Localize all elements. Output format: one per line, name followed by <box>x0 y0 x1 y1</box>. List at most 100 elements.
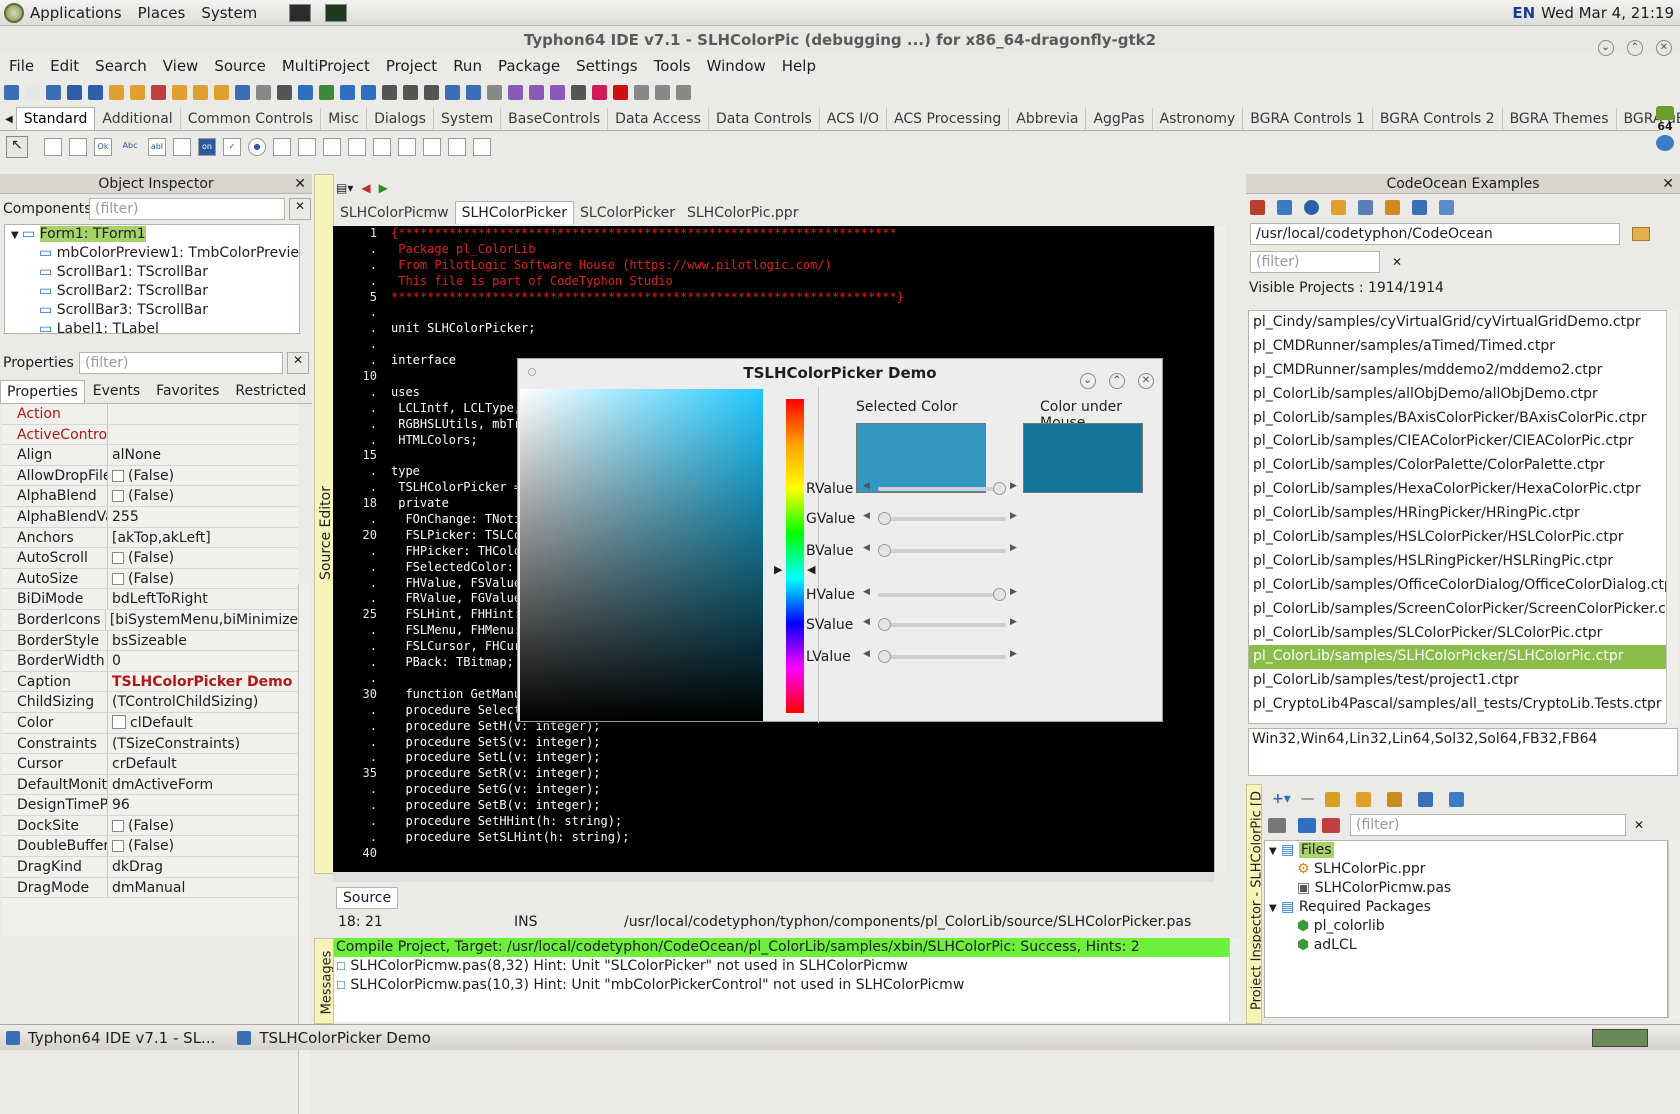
jump-back-icon[interactable]: ◀ <box>361 181 370 195</box>
property-value[interactable]: dkDrag <box>108 857 163 877</box>
palette-scroll-left-icon[interactable]: ◀ <box>0 114 16 130</box>
project-list-item[interactable]: pl_ColorLib/samples/BAxisColorPicker/BAx… <box>1249 407 1667 431</box>
property-row[interactable]: Constraints (TSizeConstraints) <box>2 733 298 755</box>
menu-applications[interactable]: Applications <box>30 4 122 22</box>
jump-forward-icon[interactable]: ▶ <box>379 181 388 195</box>
slider-left-arrow-icon[interactable]: ◀ <box>863 511 870 521</box>
menu-package[interactable]: Package <box>498 57 560 75</box>
slider-thumb[interactable] <box>878 512 891 525</box>
project-list[interactable]: pl_Cindy/samples/cyVirtualGrid/cyVirtual… <box>1248 310 1668 724</box>
tree-node-file[interactable]: ▣ SLHColorPicmw.pas <box>1269 879 1667 898</box>
messages-list[interactable]: Compile Project, Target: /usr/local/code… <box>334 938 1229 1022</box>
slider-left-arrow-icon[interactable]: ◀ <box>863 617 870 627</box>
toolbar-tool-icon[interactable] <box>235 84 250 100</box>
tab-source[interactable]: Source <box>336 887 399 909</box>
tree-node-package[interactable]: ⬢ adLCL <box>1269 936 1667 955</box>
property-value[interactable]: [biSystemMenu,biMinimize, <box>106 610 298 630</box>
menu-window[interactable]: Window <box>707 57 766 75</box>
window-titlebar[interactable]: Typhon64 IDE v7.1 - SLHColorPic (debuggi… <box>0 26 1680 56</box>
menu-run[interactable]: Run <box>453 57 482 75</box>
keyboard-layout[interactable]: EN <box>1512 4 1535 22</box>
property-value[interactable]: 0 <box>108 651 121 671</box>
property-value[interactable]: (False) <box>108 466 174 486</box>
property-row[interactable]: AutoScroll (False) <box>2 548 298 569</box>
toolbar-tool-icon[interactable] <box>193 84 208 100</box>
code-line[interactable]: Package pl_ColorLib <box>391 242 1211 258</box>
project-list-item[interactable]: pl_ColorLib/samples/ColorPalette/ColorPa… <box>1249 454 1667 478</box>
project-list-item[interactable]: pl_Cindy/samples/cyVirtualGrid/cyVirtual… <box>1249 311 1667 335</box>
list-icon[interactable] <box>1448 791 1464 807</box>
component-tree-item[interactable]: ▭ ScrollBar1: TScrollBar <box>5 263 299 282</box>
tab-properties[interactable]: Properties <box>0 380 85 403</box>
toolbar-tool-icon[interactable] <box>172 84 187 100</box>
source-editor-side-tab[interactable]: Source Editor <box>314 174 334 874</box>
slider-thumb[interactable] <box>878 544 891 557</box>
property-value[interactable] <box>108 404 112 424</box>
property-row[interactable]: DockSite (False) <box>2 815 298 837</box>
refresh-icon[interactable] <box>1250 199 1265 215</box>
toolbar-tool-icon[interactable] <box>676 84 691 100</box>
slider-track[interactable] <box>878 517 1006 521</box>
toolbar-tool-icon[interactable] <box>445 84 460 100</box>
checkbox[interactable] <box>112 840 124 853</box>
tlistbox-icon[interactable] <box>273 138 291 156</box>
property-value[interactable]: TSLHColorPicker Demo <box>108 672 292 692</box>
tree-node-file[interactable]: ⚙ SLHColorPic.ppr <box>1269 860 1667 879</box>
dialog-menu-icon[interactable] <box>528 368 536 376</box>
checkbox[interactable] <box>112 572 124 585</box>
property-row[interactable]: Align alNone <box>2 445 298 466</box>
slider-right-arrow-icon[interactable]: ▶ <box>1010 649 1017 659</box>
project-list-item[interactable]: pl_ColorLib/samples/HSLRingPicker/HSLRin… <box>1249 550 1667 574</box>
palette-tab[interactable]: AggPas <box>1086 108 1153 130</box>
property-value[interactable]: 96 <box>108 795 130 815</box>
project-list-item[interactable]: pl_ColorLib/samples/ScreenColorPicker/Sc… <box>1249 598 1667 622</box>
tlabel-icon[interactable]: Abc <box>119 138 141 156</box>
menu-settings[interactable]: Settings <box>576 57 638 75</box>
expand-icon[interactable]: ▼ <box>1269 903 1277 914</box>
tcombobox-icon[interactable] <box>298 138 316 156</box>
tframe-icon[interactable] <box>448 138 466 156</box>
property-value[interactable]: bsSizeable <box>108 631 187 651</box>
menu-tools[interactable]: Tools <box>654 57 691 75</box>
show-dirs-icon[interactable] <box>1268 817 1286 833</box>
project-list-item[interactable]: pl_CMDRunner/samples/aTimed/Timed.ctpr <box>1249 335 1667 359</box>
palette-tab[interactable]: BGRA Controls 2 <box>1373 108 1503 130</box>
property-value[interactable]: bdLeftToRight <box>108 589 208 609</box>
property-value[interactable] <box>108 425 112 445</box>
sort-icon[interactable] <box>1322 817 1340 833</box>
hue-right-arrow-icon[interactable]: ◀ <box>807 563 815 576</box>
palette-size-control[interactable]: 64 <box>1652 104 1678 162</box>
folder-icon[interactable] <box>1385 199 1400 215</box>
tab-restricted[interactable]: Restricted <box>227 380 314 403</box>
property-row[interactable]: AutoSize (False) <box>2 568 298 590</box>
menu-multiproject[interactable]: MultiProject <box>282 57 370 75</box>
slider-right-arrow-icon[interactable]: ▶ <box>1010 543 1017 553</box>
close-icon[interactable]: ✕ <box>1662 174 1674 194</box>
project-list-item[interactable]: pl_ColorLib/samples/HSLColorPicker/HSLCo… <box>1249 526 1667 550</box>
compile-icon[interactable] <box>1355 791 1371 807</box>
code-line[interactable]: procedure SetL(v: integer); <box>391 750 1211 766</box>
property-grid[interactable]: Action ActiveControl Align alNone AllowDropF… <box>2 404 298 936</box>
message-hint-row[interactable]: ☐ SLHColorPicmw.pas(10,3) Hint: Unit "mb… <box>334 976 1229 995</box>
tedit-icon[interactable]: abI <box>148 138 166 156</box>
component-tree[interactable]: ▼ ▭ Form1: TForm1 ▭ mbColorPreview1: TmbC… <box>4 224 300 334</box>
close-icon[interactable]: ✕ <box>1138 373 1154 389</box>
project-list-item[interactable]: pl_ColorLib/samples/CIEAColorPicker/CIEA… <box>1249 430 1667 454</box>
add-icon[interactable]: +▾ <box>1272 791 1291 807</box>
property-value[interactable]: (TControlChildSizing) <box>108 692 258 712</box>
tactionlist-icon[interactable] <box>473 138 491 156</box>
checkbox[interactable] <box>112 819 124 832</box>
toolbar-tool-icon[interactable] <box>655 84 670 100</box>
property-row[interactable]: DefaultMonito dmActiveForm <box>2 774 298 796</box>
toolbar-tool-icon[interactable] <box>88 84 103 100</box>
slider-right-arrow-icon[interactable]: ▶ <box>1010 617 1017 627</box>
browse-folder-icon[interactable] <box>1632 227 1650 241</box>
toolbar-tool-icon[interactable] <box>151 84 166 100</box>
menu-help[interactable]: Help <box>782 57 816 75</box>
property-row[interactable]: BorderWidth 0 <box>2 651 298 672</box>
component-tree-item[interactable]: ▼ ▭ Form1: TForm1 <box>5 225 299 244</box>
project-list-item[interactable]: pl_ColorLib/samples/SLHColorPicker/SLHCo… <box>1249 645 1667 670</box>
terminal-launcher-icon[interactable] <box>289 3 312 22</box>
code-line[interactable] <box>391 337 1211 353</box>
toolbar-tool-icon[interactable] <box>613 84 628 100</box>
